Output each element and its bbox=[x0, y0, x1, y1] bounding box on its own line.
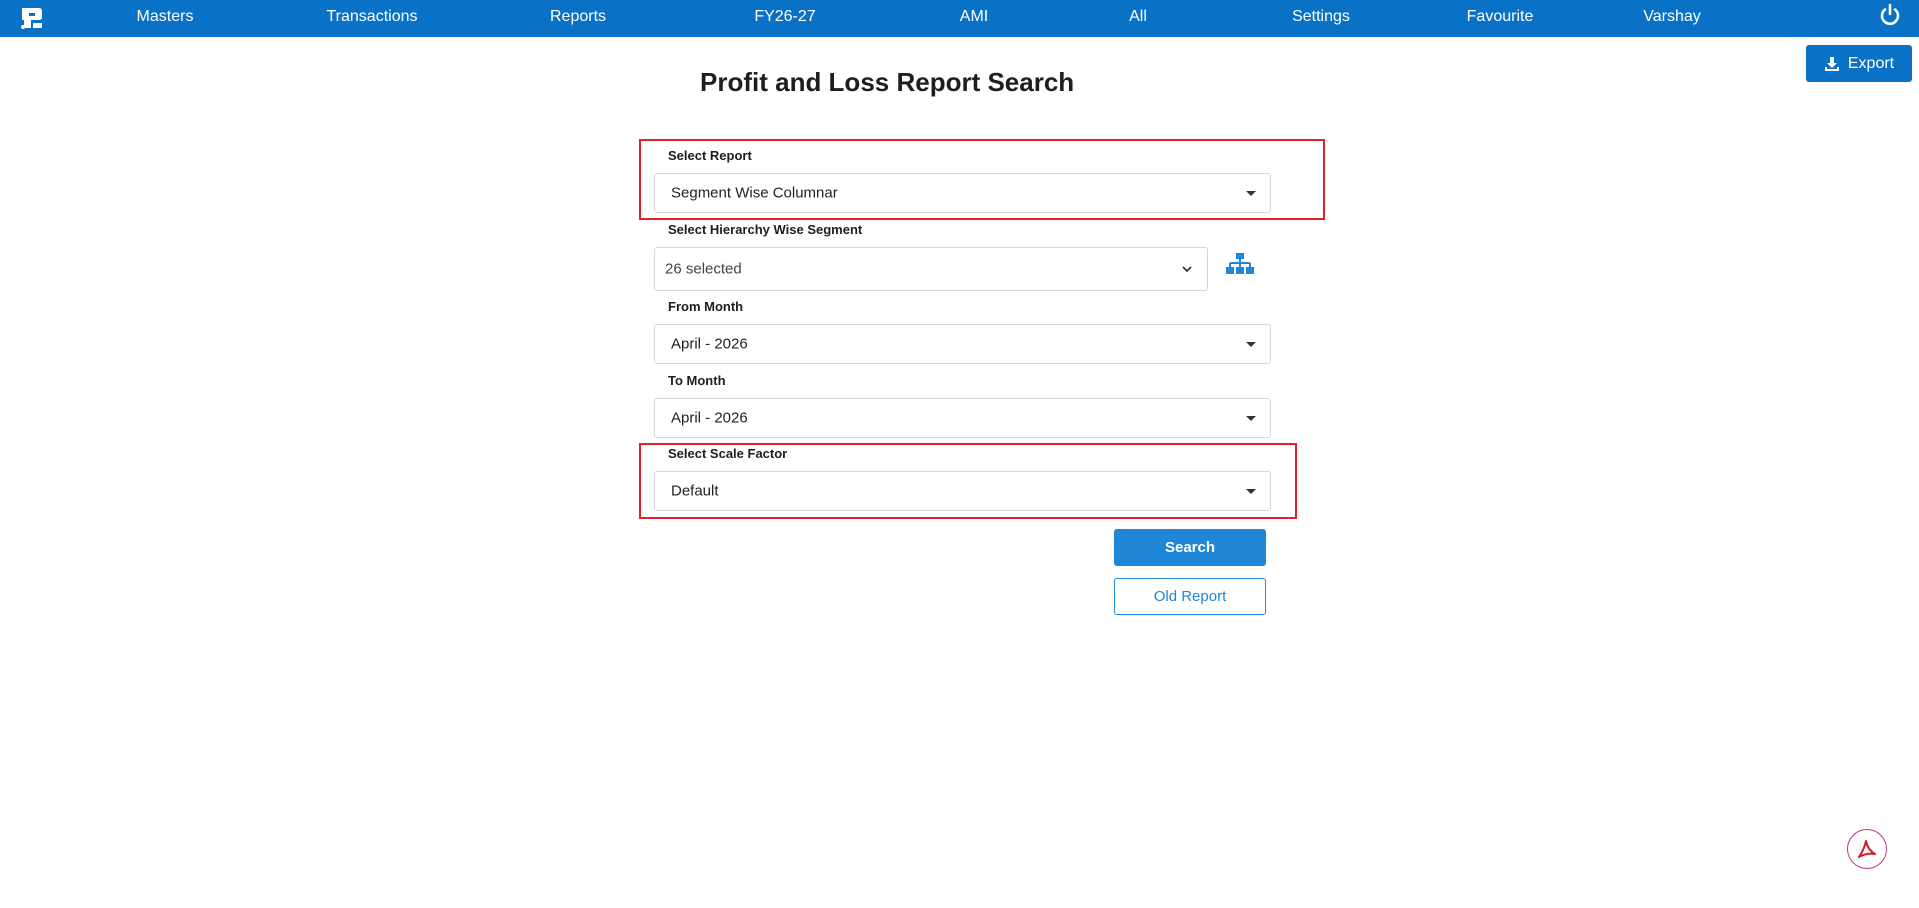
segment-label: Select Hierarchy Wise Segment bbox=[668, 222, 863, 237]
old-report-button[interactable]: Old Report bbox=[1114, 578, 1266, 615]
nav-fiscal-year[interactable]: FY26-27 bbox=[754, 8, 815, 26]
nav-transactions[interactable]: Transactions bbox=[327, 8, 418, 26]
scale-factor-dropdown[interactable]: Default bbox=[654, 471, 1271, 511]
logo-icon[interactable] bbox=[19, 5, 45, 31]
hierarchy-icon[interactable] bbox=[1226, 252, 1254, 276]
nav-favourite[interactable]: Favourite bbox=[1467, 8, 1534, 26]
caret-down-icon bbox=[1246, 191, 1256, 196]
nav-settings[interactable]: Settings bbox=[1292, 8, 1350, 26]
from-month-label: From Month bbox=[668, 299, 744, 314]
nav-all[interactable]: All bbox=[1129, 8, 1147, 26]
select-report-dropdown[interactable]: Segment Wise Columnar bbox=[654, 173, 1271, 213]
scale-factor-label: Select Scale Factor bbox=[668, 446, 788, 461]
to-month-dropdown[interactable]: April - 2026 bbox=[654, 398, 1271, 438]
download-icon bbox=[1824, 56, 1839, 71]
page-title: Profit and Loss Report Search bbox=[700, 67, 1075, 97]
nav-masters[interactable]: Masters bbox=[137, 8, 194, 26]
caret-down-icon bbox=[1246, 416, 1256, 421]
pdf-button[interactable] bbox=[1847, 829, 1887, 869]
nav-reports[interactable]: Reports bbox=[550, 8, 606, 26]
chevron-down-icon bbox=[1182, 266, 1192, 273]
top-navbar: Masters Transactions Reports FY26-27 AMI… bbox=[0, 0, 1919, 37]
select-report-value: Segment Wise Columnar bbox=[671, 184, 838, 202]
to-month-label: To Month bbox=[668, 373, 726, 388]
search-button[interactable]: Search bbox=[1114, 529, 1266, 566]
power-icon[interactable] bbox=[1878, 3, 1902, 27]
from-month-dropdown[interactable]: April - 2026 bbox=[654, 324, 1271, 364]
select-report-label: Select Report bbox=[668, 148, 752, 163]
nav-ami[interactable]: AMI bbox=[960, 8, 988, 26]
scale-factor-value: Default bbox=[671, 482, 719, 500]
to-month-value: April - 2026 bbox=[671, 409, 748, 427]
segment-multiselect[interactable]: 26 selected bbox=[654, 247, 1208, 291]
pdf-icon bbox=[1858, 840, 1876, 858]
caret-down-icon bbox=[1246, 342, 1256, 347]
export-button[interactable]: Export bbox=[1806, 45, 1912, 82]
segment-value: 26 selected bbox=[665, 260, 742, 278]
caret-down-icon bbox=[1246, 489, 1256, 494]
nav-user-varshay[interactable]: Varshay bbox=[1643, 8, 1701, 26]
from-month-value: April - 2026 bbox=[671, 335, 748, 353]
export-label: Export bbox=[1847, 54, 1895, 72]
